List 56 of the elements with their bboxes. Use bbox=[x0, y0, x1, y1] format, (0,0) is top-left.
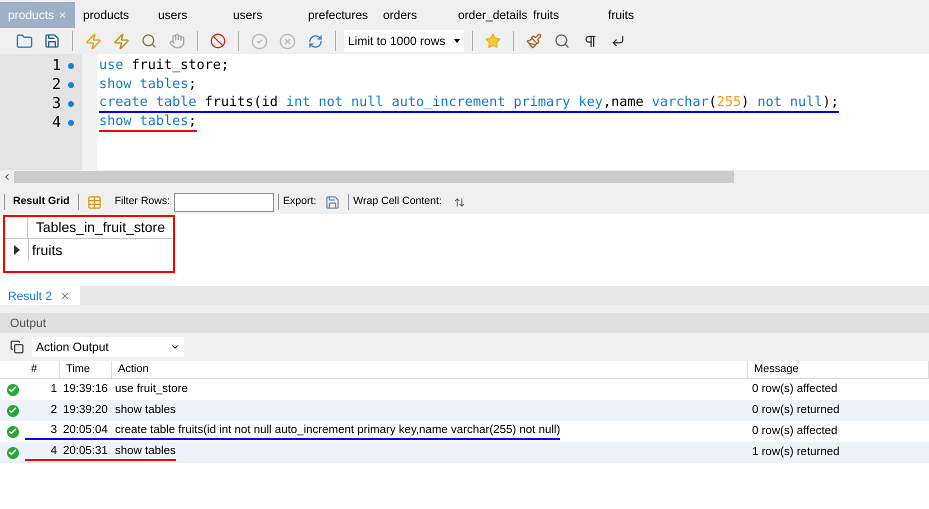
table-cell-text: 19:39:20 bbox=[62, 402, 109, 418]
close-icon[interactable] bbox=[60, 290, 70, 300]
output-mode-select[interactable]: Action Output bbox=[32, 337, 184, 357]
wrap-text-icon[interactable] bbox=[454, 196, 465, 208]
line-number: 2 bbox=[52, 74, 61, 96]
table-cell-text: 20:05:04 bbox=[62, 422, 109, 438]
marker-icon bbox=[68, 82, 74, 88]
column-header[interactable]: # bbox=[25, 361, 60, 378]
code-line: show tables; bbox=[99, 76, 197, 93]
editor-tab[interactable]: order_details bbox=[450, 2, 525, 28]
scrollbar-thumb[interactable] bbox=[14, 171, 734, 183]
code-line: create table fruits(id int not null auto_increment primary key,name varchar(255) not null); bbox=[99, 94, 839, 113]
editor-tab[interactable]: orders bbox=[375, 2, 450, 28]
editor-tab[interactable]: users bbox=[225, 2, 300, 28]
table-cell-text: 0 row(s) affected bbox=[751, 424, 838, 439]
export-label: Export: bbox=[283, 194, 316, 210]
table-cell-text: 20:05:31 bbox=[62, 444, 109, 459]
table-cell[interactable]: fruits bbox=[29, 239, 66, 261]
table-cell-text: show tables bbox=[114, 402, 176, 418]
filter-field[interactable] bbox=[174, 192, 274, 212]
result-grid-label[interactable]: Result Grid bbox=[9, 194, 74, 210]
table-cell-text: 0 row(s) returned bbox=[751, 402, 841, 418]
editor-tab[interactable]: fruits bbox=[600, 2, 675, 28]
table-cell-text: show tables bbox=[114, 444, 176, 459]
copy-icon[interactable] bbox=[10, 340, 24, 354]
table-cell-text: 1 bbox=[50, 382, 58, 397]
marker-icon bbox=[68, 62, 74, 68]
table-cell-text: create table fruits(id int not null auto_increment primary key,name varchar(255) not null) bbox=[114, 422, 560, 438]
output-title: Output bbox=[10, 315, 46, 332]
line-number: 4 bbox=[52, 112, 61, 134]
editor-tab[interactable]: users bbox=[150, 2, 225, 28]
filter-label: Filter Rows: bbox=[114, 194, 170, 210]
table-cell-text: 1 row(s) returned bbox=[751, 444, 841, 460]
table-cell-text: 2 bbox=[50, 402, 58, 418]
table-cell-text: use fruit_store bbox=[114, 382, 188, 397]
line-number: 3 bbox=[52, 93, 61, 114]
result-tab[interactable]: Result 2 bbox=[0, 286, 80, 305]
column-header[interactable]: Action bbox=[112, 361, 748, 378]
code-line: show tables; bbox=[99, 113, 197, 132]
editor-tab[interactable]: prefectures bbox=[300, 2, 375, 28]
table-cell-text: 3 bbox=[50, 422, 58, 438]
horizontal-scrollbar[interactable] bbox=[0, 170, 929, 184]
column-header[interactable]: Tables_in_fruit_store bbox=[28, 217, 173, 238]
marker-icon bbox=[68, 120, 74, 126]
table-cell-text: 19:39:16 bbox=[62, 382, 109, 397]
editor-tab[interactable]: products bbox=[75, 2, 150, 28]
column-header[interactable]: Time bbox=[60, 361, 112, 378]
table-cell-text: 0 row(s) affected bbox=[751, 382, 838, 397]
line-number: 1 bbox=[52, 55, 61, 76]
column-header[interactable]: Message bbox=[748, 361, 929, 378]
table-cell-text: 4 bbox=[50, 444, 58, 459]
dropdown-icon bbox=[454, 39, 460, 43]
wrap-label: Wrap Cell Content: bbox=[353, 194, 442, 210]
marker-icon bbox=[68, 100, 74, 106]
code-line: use fruit_store; bbox=[99, 57, 230, 74]
limit-select[interactable]: Limit to 1000 rows bbox=[344, 30, 464, 52]
